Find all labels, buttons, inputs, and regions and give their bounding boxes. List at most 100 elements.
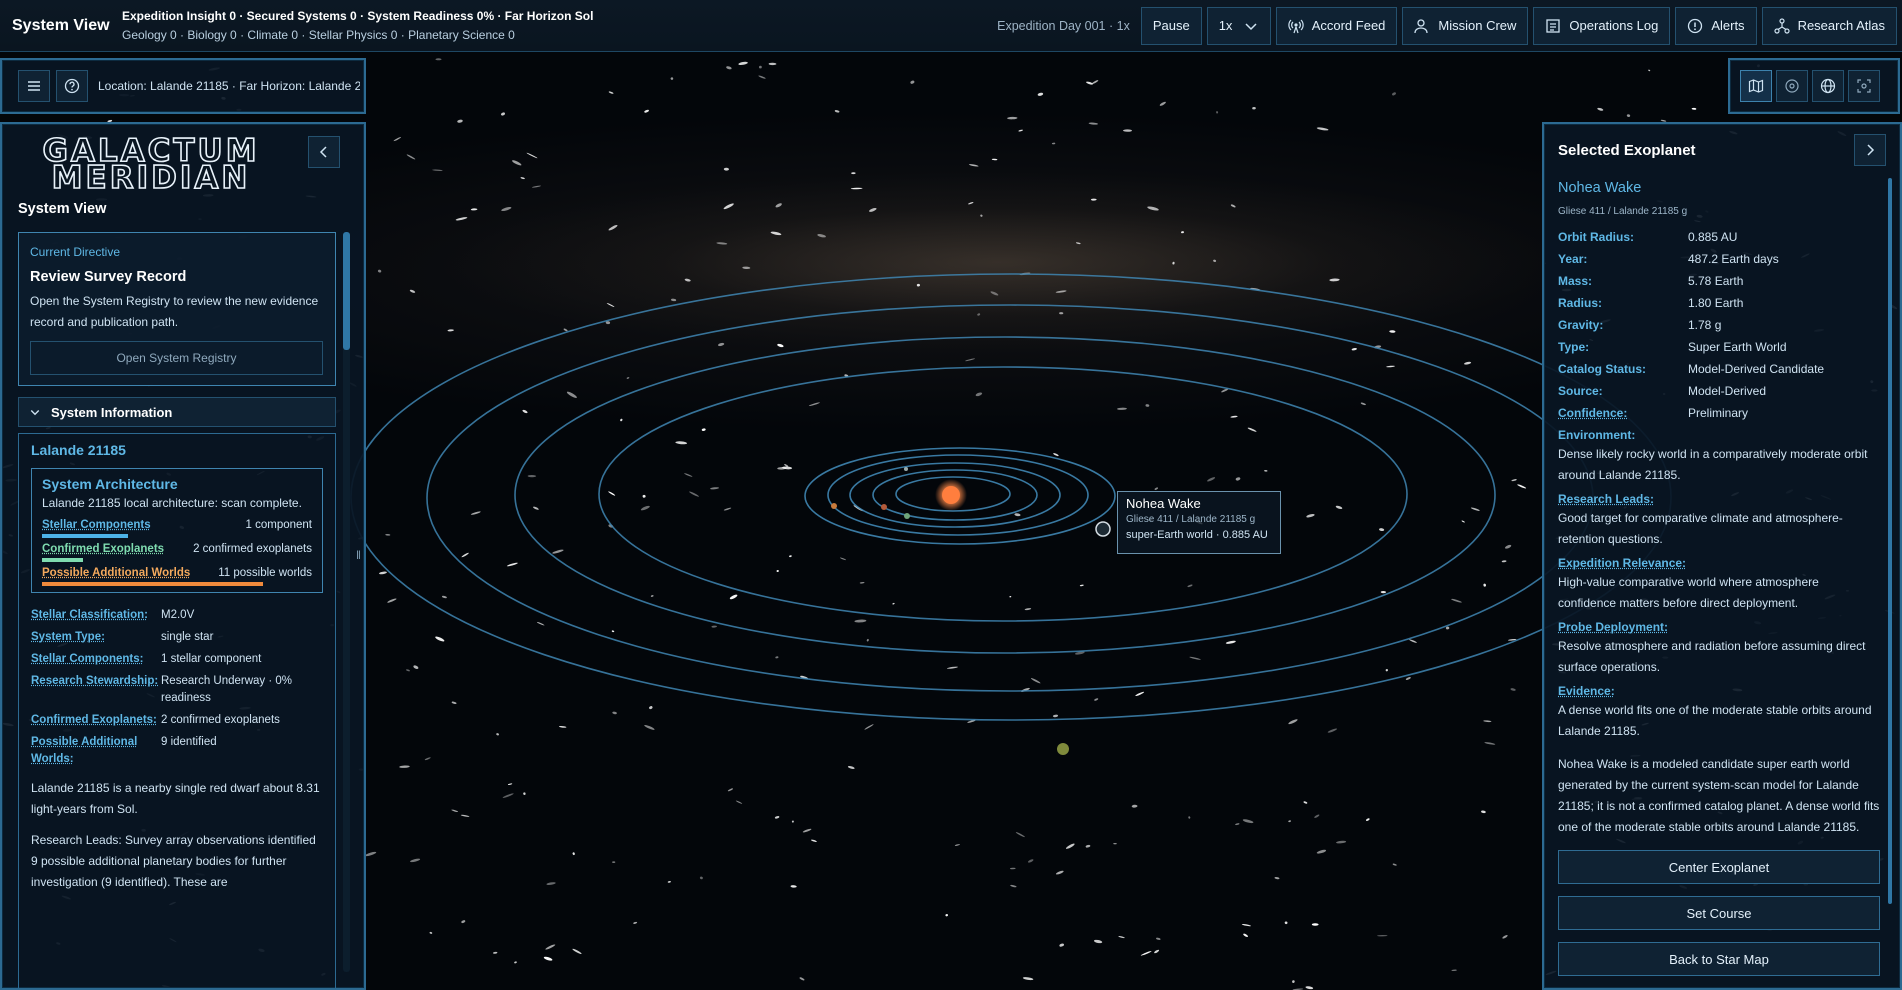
planet-summary: Nohea Wake is a modeled candidate super … [1558,757,1880,834]
right-panel-scrollbar[interactable] [1888,178,1892,904]
alert-icon [1688,18,1703,33]
menu-button[interactable] [18,70,50,102]
operations-log-label: Operations Log [1569,18,1659,33]
planet-info-block: Probe Deployment: Resolve atmosphere and … [1558,618,1880,678]
chevron-down-icon [1245,22,1257,30]
system-description: Lalande 21185 is a nearby single red dwa… [31,781,320,816]
architecture-progress-bar [42,582,312,586]
pause-button[interactable]: Pause [1140,6,1202,45]
planet-fact: Radius: 1.80 Earth [1558,292,1880,314]
fact-key: Orbit Radius: [1558,230,1635,244]
fact-key[interactable]: Possible Additional Worlds: [31,734,161,768]
left-panel: GALACTUM MERIDIAN System View ‖ Current … [0,122,366,990]
mission-crew-button[interactable]: Mission Crew [1402,6,1529,45]
orbit-icon [1785,79,1799,93]
atlas-icon [1773,17,1790,34]
orbit-view-button[interactable] [1776,70,1808,102]
chevron-right-icon [1867,144,1875,156]
architecture-progress-bar [42,534,312,538]
fact-key: Gravity: [1558,318,1604,332]
fact-value: 1.80 Earth [1688,296,1744,310]
fact-value: M2.0V [161,609,195,621]
open-system-registry-button[interactable]: Open System Registry [30,341,323,375]
accord-feed-button[interactable]: Accord Feed [1275,6,1398,45]
center-exoplanet-button[interactable]: Center Exoplanet [1558,850,1880,884]
set-course-button[interactable]: Set Course [1558,896,1880,930]
planet[interactable] [831,503,837,509]
mission-crew-label: Mission Crew [1438,18,1517,33]
architecture-row: Confirmed Exoplanets 2 confirmed exoplane… [42,543,312,555]
fact-key[interactable]: Stellar Classification: [31,607,161,624]
focus-view-button[interactable] [1848,70,1880,102]
block-key[interactable]: Expedition Relevance: [1558,554,1880,572]
chevron-down-icon [30,410,40,416]
block-value: Good target for comparative climate and … [1558,511,1843,546]
alerts-button[interactable]: Alerts [1675,6,1757,45]
back-to-star-map-button[interactable]: Back to Star Map [1558,942,1880,976]
planet-fact: Confidence: Preliminary [1558,402,1880,424]
speed-select[interactable]: 1x [1206,6,1271,45]
fact-value: Model-Derived [1688,384,1767,398]
globe-view-button[interactable] [1812,70,1844,102]
help-button[interactable] [56,70,88,102]
architecture-label[interactable]: Possible Additional Worlds [42,567,190,579]
collapse-panel-button[interactable] [308,136,340,168]
view-mode-bar [1728,58,1900,114]
fact-value: Super Earth World [1688,340,1787,354]
planet[interactable] [904,467,908,471]
fact-value: Preliminary [1688,406,1749,420]
fact-key[interactable]: Stellar Components: [31,651,161,668]
system-fact: System Type: single star [31,629,323,646]
scrollbar-thumb[interactable] [343,232,350,350]
right-panel: Selected Exoplanet Nohea Wake Gliese 411… [1542,122,1902,990]
map-view-button[interactable] [1740,70,1772,102]
logo-line-2: MERIDIAN [51,160,251,196]
menu-icon [28,81,40,91]
block-value: High-value comparative world where atmos… [1558,575,1819,610]
architecture-label[interactable]: Stellar Components [42,519,151,531]
game-logo: GALACTUM MERIDIAN [16,135,286,196]
left-panel-scrollbar[interactable] [343,232,350,972]
progress-fill [42,582,264,586]
fact-key[interactable]: Confidence: [1558,402,1688,424]
star-lalande-21185[interactable] [942,486,960,504]
planet[interactable] [1057,743,1069,755]
fact-key: Type: [1558,340,1590,354]
system-information-toggle[interactable]: System Information [18,397,336,427]
selected-planet-nohea-wake[interactable] [1095,521,1111,537]
tooltip-sub: Gliese 411 / Lalande 21185 g [1126,514,1256,525]
planet-fact: Catalog Status: Model-Derived Candidate [1558,358,1880,380]
progress-fill [42,558,83,562]
location-bar: Location: Lalande 21185 · Far Horizon: L… [0,58,366,114]
block-key[interactable]: Research Leads: [1558,490,1880,508]
planet[interactable] [881,504,887,510]
planet-info-block: Evidence: A dense world fits one of the m… [1558,682,1880,742]
directive-title: Review Survey Record [30,269,187,285]
top-bar: System View Expedition Insight 0 · Secur… [0,0,1902,52]
operations-log-button[interactable]: Operations Log [1533,6,1671,45]
expedition-stats-line: Expedition Insight 0 · Secured Systems 0… [122,8,594,23]
panel-title: Selected Exoplanet [1558,142,1696,159]
system-architecture-card: System Architecture Lalande 21185 local … [31,468,323,593]
fact-key[interactable]: Confirmed Exoplanets: [31,712,161,729]
fact-key[interactable]: Research Stewardship: [31,673,161,707]
collapse-panel-button[interactable] [1854,134,1886,166]
block-key[interactable]: Evidence: [1558,682,1880,700]
orbit-ring [514,336,1496,654]
architecture-label[interactable]: Confirmed Exoplanets [42,543,164,555]
panel-resize-handle[interactable]: ‖ [356,548,361,562]
fact-key[interactable]: System Type: [31,629,161,646]
system-fact: Research Stewardship: Research Underway ·… [31,673,323,707]
system-fact: Stellar Components: 1 stellar component [31,651,323,668]
planet-info-block: Research Leads: Good target for comparati… [1558,490,1880,550]
fact-key: Radius: [1558,296,1603,310]
broadcast-icon [1288,19,1304,33]
planet[interactable] [904,513,910,519]
architecture-value: 1 component [245,519,313,531]
system-research-leads: Research Leads: Survey array observation… [31,833,316,889]
research-atlas-button[interactable]: Research Atlas [1761,6,1897,45]
planet-info-block: Expedition Relevance: High-value comparat… [1558,554,1880,614]
architecture-row: Possible Additional Worlds 11 possible wo… [42,567,312,579]
block-key[interactable]: Probe Deployment: [1558,618,1880,636]
system-fact: Stellar Classification: M2.0V [31,607,323,624]
